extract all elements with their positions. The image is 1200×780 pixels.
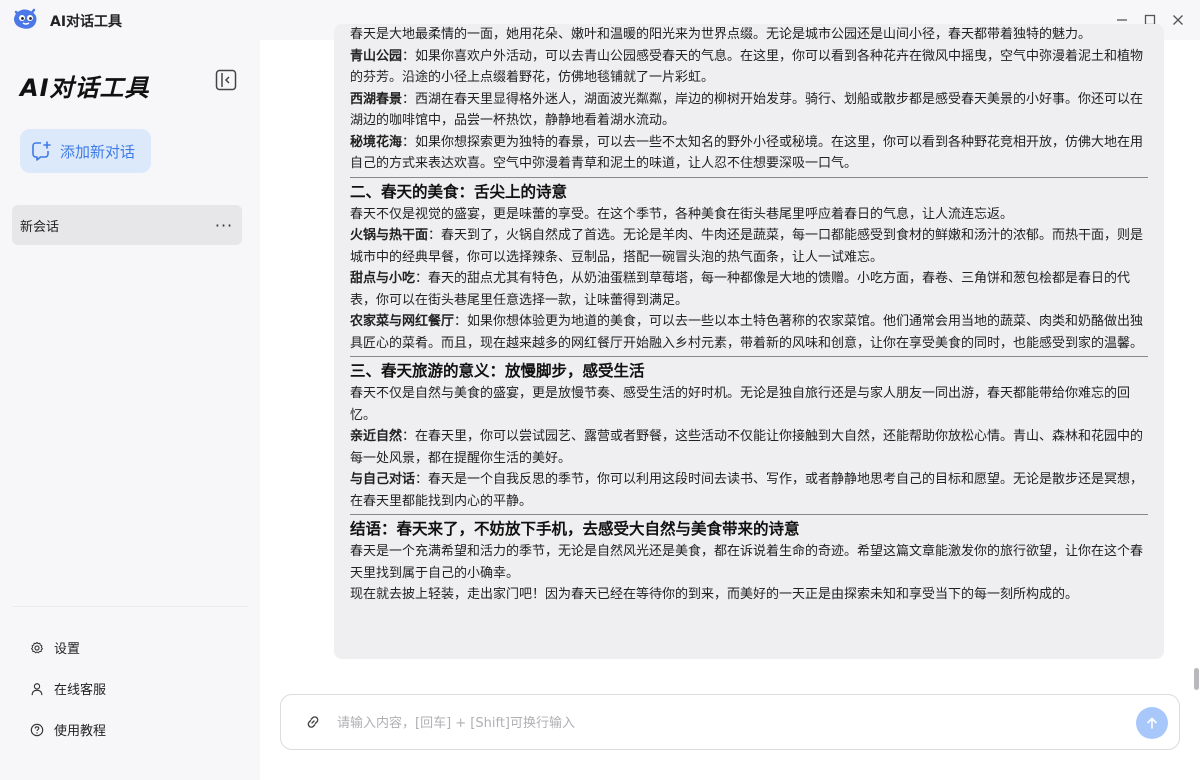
item-title: 青山公园 — [350, 48, 403, 64]
sidebar-title: AI对话工具 — [20, 74, 150, 102]
collapse-sidebar-icon[interactable] — [214, 68, 238, 92]
list-item: 火锅与热干面：春天到了，火锅自然成了首选。无论是羊肉、牛肉还是蔬菜，每一口都能感… — [350, 225, 1148, 268]
paragraph: 春天是一个充满希望和活力的季节，无论是自然风光还是美食，都在诉说着生命的奇迹。希… — [350, 544, 1144, 581]
section-intro: 春天不仅是视觉的盛宴，更是味蕾的享受。在这个季节，各种美食在街头巷尾里呼应着春日… — [350, 206, 1014, 222]
chat-list-item[interactable]: 新会话 ··· — [12, 205, 242, 245]
item-text: ：在春天里，你可以尝试园艺、露营或者野餐，这些活动不仅能让你接触到大自然，还能帮… — [350, 429, 1144, 466]
online-support-label: 在线客服 — [54, 683, 107, 698]
item-title: 西湖春景 — [350, 91, 403, 107]
more-options-icon[interactable]: ··· — [212, 213, 236, 237]
section-intro: 春天不仅是自然与美食的盛宴，更是放慢节奏、感受生活的好时机。无论是独自旅行还是与… — [350, 386, 1131, 423]
scrollbar-thumb[interactable] — [1194, 668, 1199, 690]
list-item: 农家菜与网红餐厅：如果你想体验更为地道的美食，可以去一些以本土特色著称的农家菜馆… — [350, 311, 1148, 354]
item-text: ：如果你想体验更为地道的美食，可以去一些以本土特色著称的农家菜馆。他们通常会用当… — [350, 314, 1144, 351]
app-title: AI对话工具 — [50, 14, 123, 30]
message-content: 春天是大地最柔情的一面，她用花朵、嫩叶和温暖的阳光来为世界点缀。无论是城市公园还… — [350, 24, 1148, 606]
item-text: ：西湖在春天里显得格外迷人，湖面波光粼粼，岸边的柳树开始发芽。骑行、划船或散步都… — [350, 91, 1144, 129]
new-chat-icon — [32, 141, 51, 161]
item-text: ：春天的甜点尤其有特色，从奶油蛋糕到草莓塔，每一种都像是大地的馈赠。小吃方面，春… — [350, 271, 1131, 308]
composer — [280, 694, 1180, 750]
item-text: ：如果你喜欢户外活动，可以去青山公园感受春天的气息。在这里，你可以看到各种花卉在… — [350, 48, 1144, 86]
item-text: ：如果你想探索更为独特的春景，可以去一些不太知名的野外小径或秘境。在这里，你可以… — [350, 134, 1144, 172]
settings-button[interactable]: 设置 — [12, 627, 248, 668]
list-item: 青山公园：如果你喜欢户外活动，可以去青山公园感受春天的气息。在这里，你可以看到各… — [350, 46, 1148, 89]
item-title: 与自己对话 — [350, 472, 416, 487]
item-title: 火锅与热干面 — [350, 228, 429, 243]
send-button[interactable] — [1136, 707, 1168, 739]
item-text: ：春天是一个自我反思的季节，你可以利用这段时间去读书、写作，或者静静地思考自己的… — [350, 472, 1144, 509]
section-heading: 二、春天的美食：舌尖上的诗意 — [350, 176, 1148, 204]
list-item: 甜点与小吃：春天的甜点尤其有特色，从奶油蛋糕到草莓塔，每一种都像是大地的馈赠。小… — [350, 268, 1148, 311]
app-logo-icon — [14, 8, 37, 29]
sidebar: AI对话工具 添加新对话 新会话 ··· 设置 在线客服 使用教程 — [0, 40, 260, 780]
paragraph: 现在就去披上轻装，走出家门吧！因为春天已经在等待你的到来，而美好的一天正是由探索… — [350, 587, 1079, 602]
sidebar-footer: 设置 在线客服 使用教程 — [12, 606, 248, 750]
item-title: 甜点与小吃 — [350, 271, 416, 286]
list-item: 秘境花海：如果你想探索更为独特的春景，可以去一些不太知名的野外小径或秘境。在这里… — [350, 132, 1148, 175]
message-input[interactable] — [337, 711, 1097, 735]
settings-label: 设置 — [54, 642, 81, 657]
new-chat-label: 添加新对话 — [60, 142, 136, 161]
tutorial-button[interactable]: 使用教程 — [12, 709, 248, 750]
list-item: 亲近自然：在春天里，你可以尝试园艺、露营或者野餐，这些活动不仅能让你接触到大自然… — [350, 426, 1148, 469]
close-icon — [1173, 15, 1183, 25]
chat-item-label: 新会话 — [20, 219, 60, 235]
arrow-up-icon — [1147, 717, 1157, 729]
item-title: 秘境花海 — [350, 134, 403, 150]
gear-icon — [31, 641, 43, 653]
section-heading: 结语：春天来了，不妨放下手机，去感受大自然与美食带来的诗意 — [350, 514, 1148, 541]
list-item: 西湖春景：西湖在春天里显得格外迷人，湖面波光粼粼，岸边的柳树开始发芽。骑行、划船… — [350, 89, 1148, 132]
user-icon — [31, 682, 43, 695]
list-item: 与自己对话：春天是一个自我反思的季节，你可以利用这段时间去读书、写作，或者静静地… — [350, 469, 1148, 512]
section-intro: 春天是大地最柔情的一面，她用花朵、嫩叶和温暖的阳光来为世界点缀。无论是城市公园还… — [350, 27, 1092, 42]
assistant-message: 春天是大地最柔情的一面，她用花朵、嫩叶和温暖的阳光来为世界点缀。无论是城市公园还… — [334, 24, 1164, 659]
chat-main: 春天是大地最柔情的一面，她用花朵、嫩叶和温暖的阳光来为世界点缀。无论是城市公园还… — [260, 24, 1200, 780]
item-text: ：春天到了，火锅自然成了首选。无论是羊肉、牛肉还是蔬菜，每一口都能感受到食材的鲜… — [350, 228, 1144, 265]
item-title: 亲近自然 — [350, 429, 403, 444]
section-heading: 三、春天旅游的意义：放慢脚步，感受生活 — [350, 356, 1148, 383]
online-support-button[interactable]: 在线客服 — [12, 668, 248, 709]
attach-link-icon[interactable] — [305, 714, 321, 730]
item-title: 农家菜与网红餐厅 — [350, 314, 455, 329]
close-button[interactable] — [1166, 8, 1190, 32]
tutorial-label: 使用教程 — [54, 724, 107, 739]
new-chat-button[interactable]: 添加新对话 — [20, 129, 151, 173]
help-icon — [30, 723, 44, 736]
